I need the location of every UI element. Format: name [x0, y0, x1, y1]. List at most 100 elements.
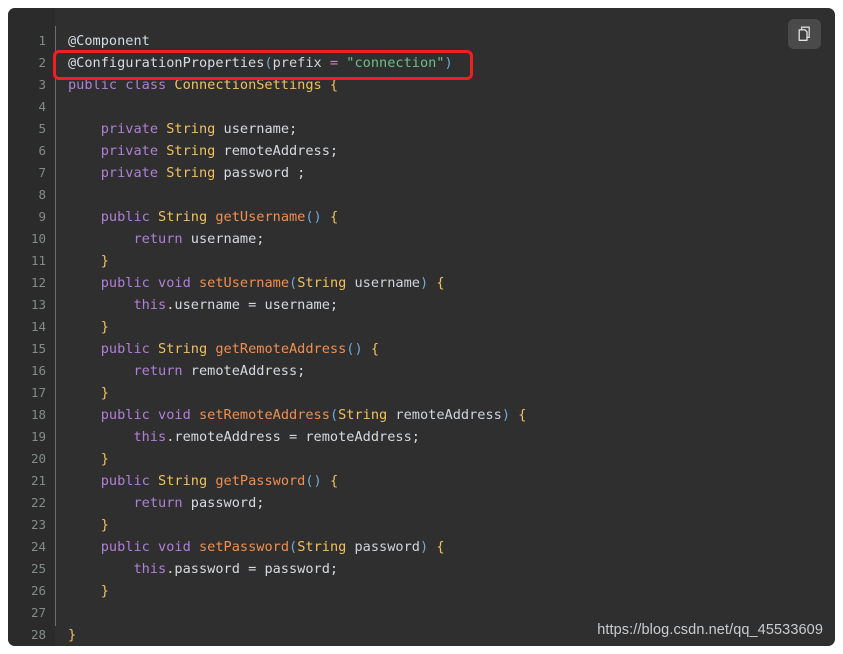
- code-line-text[interactable]: public void setRemoteAddress(String remo…: [55, 404, 527, 426]
- code-token: }: [100, 385, 109, 401]
- code-token: "connection": [346, 55, 445, 71]
- code-line-text[interactable]: public String getPassword() {: [55, 470, 338, 492]
- code-line-text[interactable]: public class ConnectionSettings {: [55, 74, 338, 96]
- code-token: public: [100, 275, 150, 291]
- code-line: 15 public String getRemoteAddress() {: [8, 338, 835, 360]
- line-number: 15: [30, 341, 46, 356]
- code-line: 20 }: [8, 448, 835, 470]
- code-token: (: [289, 539, 298, 555]
- code-line: 14 }: [8, 316, 835, 338]
- code-token: @Component: [68, 33, 150, 49]
- code-token: {: [518, 407, 527, 423]
- code-line-text[interactable]: return password;: [55, 492, 264, 514]
- code-line-text[interactable]: @Component: [55, 30, 150, 52]
- code-line: 19 this.remoteAddress = remoteAddress;: [8, 426, 835, 448]
- line-number: 12: [30, 275, 46, 290]
- code-line-text[interactable]: }: [55, 382, 109, 404]
- code-token: ConnectionSettings: [174, 77, 322, 93]
- code-line-text[interactable]: }: [55, 624, 76, 646]
- code-line-text[interactable]: }: [55, 448, 109, 470]
- code-line-text[interactable]: public void setUsername(String username)…: [55, 272, 445, 294]
- code-line-text[interactable]: private String username;: [55, 118, 297, 140]
- code-line-text[interactable]: }: [55, 250, 109, 272]
- code-token: private: [100, 165, 159, 181]
- screenshot-root: 1 @Component 2 @ConfigurationProperties(pre…: [0, 0, 843, 654]
- code-line-text[interactable]: public void setPassword(String password)…: [55, 536, 445, 558]
- code-line-text[interactable]: return remoteAddress;: [55, 360, 305, 382]
- code-line: 7 private String password ;: [8, 162, 835, 184]
- code-line-text[interactable]: this.username = username;: [55, 294, 338, 316]
- code-line-text[interactable]: private String password ;: [55, 162, 306, 184]
- code-line: 23 }: [8, 514, 835, 536]
- code-line-text[interactable]: public String getRemoteAddress() {: [55, 338, 379, 360]
- code-line-text[interactable]: }: [55, 514, 109, 536]
- code-token: }: [100, 583, 109, 599]
- line-number: 13: [30, 297, 46, 312]
- code-token: String: [166, 121, 216, 137]
- code-token: public: [100, 341, 150, 357]
- line-number: 25: [30, 561, 46, 576]
- code-line-text[interactable]: [55, 602, 76, 624]
- code-line-text[interactable]: @ConfigurationProperties(prefix = "conne…: [55, 52, 453, 74]
- code-token: {: [329, 473, 339, 489]
- code-line-text[interactable]: }: [55, 580, 109, 602]
- code-token: return: [133, 231, 183, 247]
- code-line: 16 return remoteAddress;: [8, 360, 835, 382]
- code-token: String: [158, 473, 208, 489]
- code-line: 13 this.username = username;: [8, 294, 835, 316]
- line-number: 10: [30, 231, 46, 246]
- code-line: 6 private String remoteAddress;: [8, 140, 835, 162]
- code-line-text[interactable]: this.password = password;: [55, 558, 338, 580]
- code-token: (: [289, 275, 298, 291]
- code-token: {: [436, 275, 445, 291]
- line-number: 22: [30, 495, 46, 510]
- line-number: 26: [30, 583, 46, 598]
- code-token: @ConfigurationProperties: [68, 55, 265, 71]
- code-line-text[interactable]: }: [55, 316, 109, 338]
- line-number: 1: [38, 33, 46, 48]
- code-token: (): [305, 209, 322, 225]
- code-token: class: [125, 77, 167, 93]
- code-token: private: [100, 121, 159, 137]
- code-line-text[interactable]: private String remoteAddress;: [55, 140, 338, 162]
- line-number: 3: [38, 77, 46, 92]
- code-token: ): [501, 407, 510, 423]
- code-token: getUsername: [215, 209, 306, 225]
- code-line-text[interactable]: public String getUsername() {: [55, 206, 338, 228]
- code-line: 21 public String getPassword() {: [8, 470, 835, 492]
- code-line-text[interactable]: [55, 184, 76, 206]
- copy-button[interactable]: [788, 19, 821, 49]
- code-line-text[interactable]: [55, 96, 76, 118]
- line-number: 18: [30, 407, 46, 422]
- code-token: String: [297, 539, 347, 555]
- code-token: String: [158, 209, 208, 225]
- code-token: public: [100, 539, 150, 555]
- code-token: username: [346, 275, 420, 291]
- code-token: public: [100, 473, 150, 489]
- code-token: (): [346, 341, 363, 357]
- code-token: setRemoteAddress: [198, 407, 330, 423]
- code-token: setUsername: [198, 275, 290, 291]
- code-token: public: [100, 209, 150, 225]
- code-line-text[interactable]: this.remoteAddress = remoteAddress;: [55, 426, 419, 448]
- code-token: password;: [182, 495, 265, 511]
- code-line-text[interactable]: return username;: [55, 228, 264, 250]
- line-number: 7: [38, 165, 46, 180]
- code-token: {: [329, 77, 339, 93]
- line-number: 2: [38, 55, 46, 70]
